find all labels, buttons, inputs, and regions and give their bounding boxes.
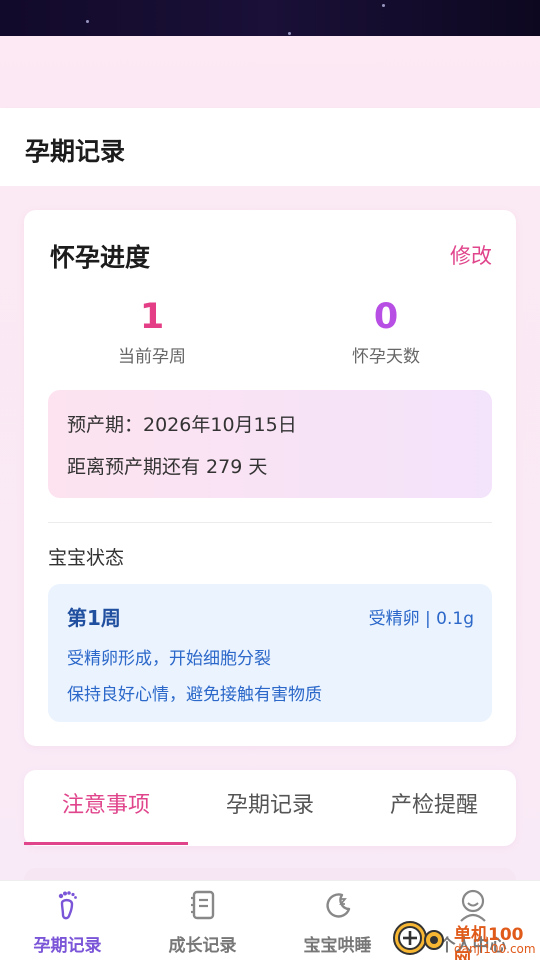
header-band: [0, 36, 540, 108]
pregnant-days-stat: 0 怀孕天数: [286, 296, 486, 367]
baby-description-1: 受精卵形成，开始细胞分裂: [67, 649, 271, 669]
watermark-url: danji100.com: [454, 942, 536, 956]
days-left-text: 距离预产期还有 279 天: [67, 456, 268, 478]
due-date-box: 预产期：2026年10月15日 距离预产期还有 279 天: [48, 390, 492, 498]
current-week-label: 当前孕周: [118, 347, 186, 367]
current-week-stat: 1 当前孕周: [52, 296, 252, 367]
baby-status-box: 第1周 受精卵 | 0.1g 受精卵形成，开始细胞分裂 保持良好心情，避免接触有…: [48, 584, 492, 722]
status-bar: [0, 0, 540, 36]
divider: [48, 522, 492, 523]
baby-week: 第1周: [67, 606, 121, 630]
nav-item-baby-sleep[interactable]: 宝宝哄睡: [270, 881, 405, 960]
tab-checkup-reminders[interactable]: 产检提醒: [352, 770, 516, 846]
nav-item-growth-records[interactable]: 成长记录: [135, 881, 270, 960]
pregnant-days-value: 0: [373, 297, 399, 337]
edit-button[interactable]: 修改: [450, 240, 492, 270]
watermark: 单机100网 danji100.com: [392, 918, 540, 960]
pregnant-days-label: 怀孕天数: [352, 347, 420, 367]
watermark-logo-icon: [393, 921, 444, 955]
tab-bar: 注意事项 孕期记录 产检提醒: [24, 770, 516, 846]
active-tab-indicator: [24, 842, 188, 845]
current-week-value: 1: [139, 297, 165, 337]
baby-status-title: 宝宝状态: [48, 547, 125, 569]
baby-size: 受精卵 | 0.1g: [368, 609, 474, 629]
nav-label: 宝宝哄睡: [303, 936, 372, 956]
title-bar: 孕期记录: [0, 108, 540, 186]
due-date-text: 预产期：2026年10月15日: [67, 414, 297, 436]
nav-item-pregnancy-records[interactable]: 孕期记录: [0, 881, 135, 960]
card-heading: 怀孕进度: [50, 243, 151, 272]
notebook-icon: [190, 890, 214, 920]
footprint-icon: [58, 891, 77, 920]
nav-label: 孕期记录: [33, 936, 102, 956]
page-title: 孕期记录: [25, 137, 126, 166]
nav-label: 成长记录: [168, 936, 237, 956]
tab-notes[interactable]: 注意事项: [24, 770, 188, 846]
baby-description-2: 保持良好心情，避免接触有害物质: [67, 685, 322, 705]
tab-pregnancy-records[interactable]: 孕期记录: [188, 770, 352, 846]
pregnancy-progress-card: 怀孕进度 修改 1 当前孕周 0 怀孕天数 预产期：2026年10月15日 距离…: [24, 210, 516, 746]
moon-icon: [325, 893, 350, 918]
